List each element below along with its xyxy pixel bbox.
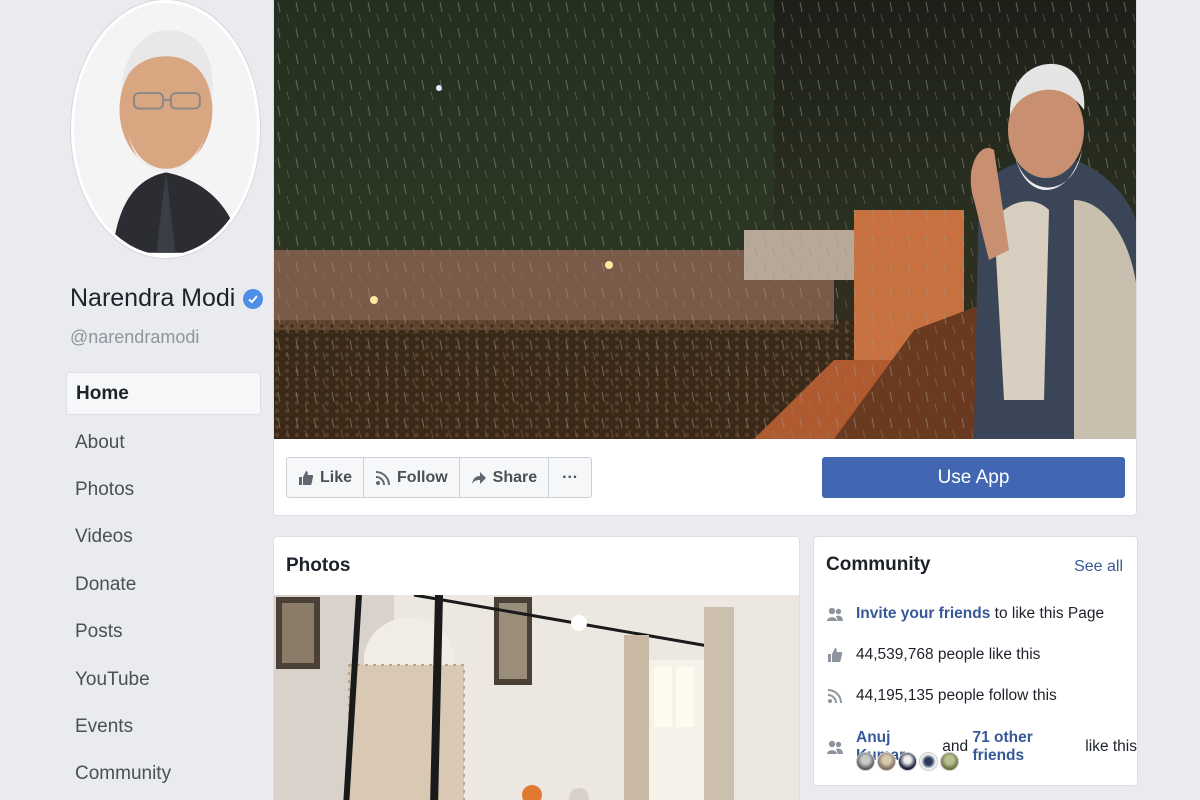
- nav-item-youtube[interactable]: YouTube: [66, 656, 261, 703]
- rss-icon: [826, 687, 844, 705]
- like-label: Like: [320, 468, 353, 486]
- use-app-button[interactable]: Use App: [822, 457, 1125, 498]
- share-arrow-icon: [471, 471, 486, 484]
- cover-photo[interactable]: [274, 0, 1137, 439]
- friend-avatars: [856, 752, 959, 771]
- nav-item-community[interactable]: Community: [66, 751, 261, 798]
- more-options-button[interactable]: ···: [549, 458, 591, 497]
- likes-count-text: 44,539,768 people like this: [856, 646, 1041, 663]
- page-name-text: Narendra Modi: [70, 284, 236, 312]
- profile-picture[interactable]: [71, 0, 260, 258]
- nav-item-posts[interactable]: Posts: [66, 609, 261, 656]
- share-label: Share: [492, 468, 538, 486]
- verified-badge-icon: [243, 288, 264, 309]
- nav-item-events[interactable]: Events: [66, 703, 261, 750]
- friend-avatar[interactable]: [898, 752, 917, 771]
- follow-button[interactable]: Follow: [364, 458, 460, 497]
- other-friends-link[interactable]: 71 other friends: [972, 729, 1081, 765]
- friend-avatar[interactable]: [940, 752, 959, 771]
- page-header-card: Like Follow Share ··· Use App: [273, 0, 1137, 516]
- friend-avatar[interactable]: [856, 752, 875, 771]
- invite-friends-link[interactable]: Invite your friends: [856, 605, 990, 623]
- nav-item-photos[interactable]: Photos: [66, 466, 261, 513]
- see-all-link[interactable]: See all: [1074, 558, 1123, 576]
- photos-title: Photos: [286, 555, 351, 576]
- share-button[interactable]: Share: [460, 458, 550, 497]
- invite-text: to like this Page: [990, 605, 1105, 622]
- community-title: Community: [826, 554, 931, 575]
- page-name: Narendra Modi: [70, 284, 264, 313]
- nav-item-videos[interactable]: Videos: [66, 514, 261, 561]
- thumbs-up-icon: [826, 646, 844, 664]
- friends-icon: [826, 738, 844, 756]
- more-dots-icon: ···: [562, 468, 579, 486]
- photo-thumbnail[interactable]: [274, 595, 800, 800]
- friend-avatar[interactable]: [877, 752, 896, 771]
- like-this-text: like this: [1081, 738, 1137, 755]
- nav-item-donate[interactable]: Donate: [66, 561, 261, 608]
- page-actions: Like Follow Share ···: [286, 457, 593, 498]
- page-handle: @narendramodi: [70, 327, 200, 347]
- friends-icon: [826, 605, 844, 623]
- rss-icon: [375, 470, 391, 485]
- invite-friends-row: Invite your friends to like this Page: [826, 605, 1104, 623]
- nav-item-home[interactable]: Home: [66, 372, 261, 415]
- like-button[interactable]: Like: [287, 458, 365, 497]
- follows-count-text: 44,195,135 people follow this: [856, 687, 1057, 704]
- profile-portrait: [74, 3, 257, 253]
- thumbs-up-icon: [299, 470, 314, 485]
- follows-count-row: 44,195,135 people follow this: [826, 687, 1057, 705]
- page-nav: Home About Photos Videos Donate Posts Yo…: [66, 372, 261, 798]
- nav-item-about[interactable]: About: [66, 419, 261, 466]
- follow-label: Follow: [397, 468, 448, 486]
- photos-card: Photos: [273, 536, 800, 800]
- community-card: Community See all Invite your friends to…: [813, 536, 1138, 786]
- friend-avatar[interactable]: [919, 752, 938, 771]
- likes-count-row: 44,539,768 people like this: [826, 646, 1040, 664]
